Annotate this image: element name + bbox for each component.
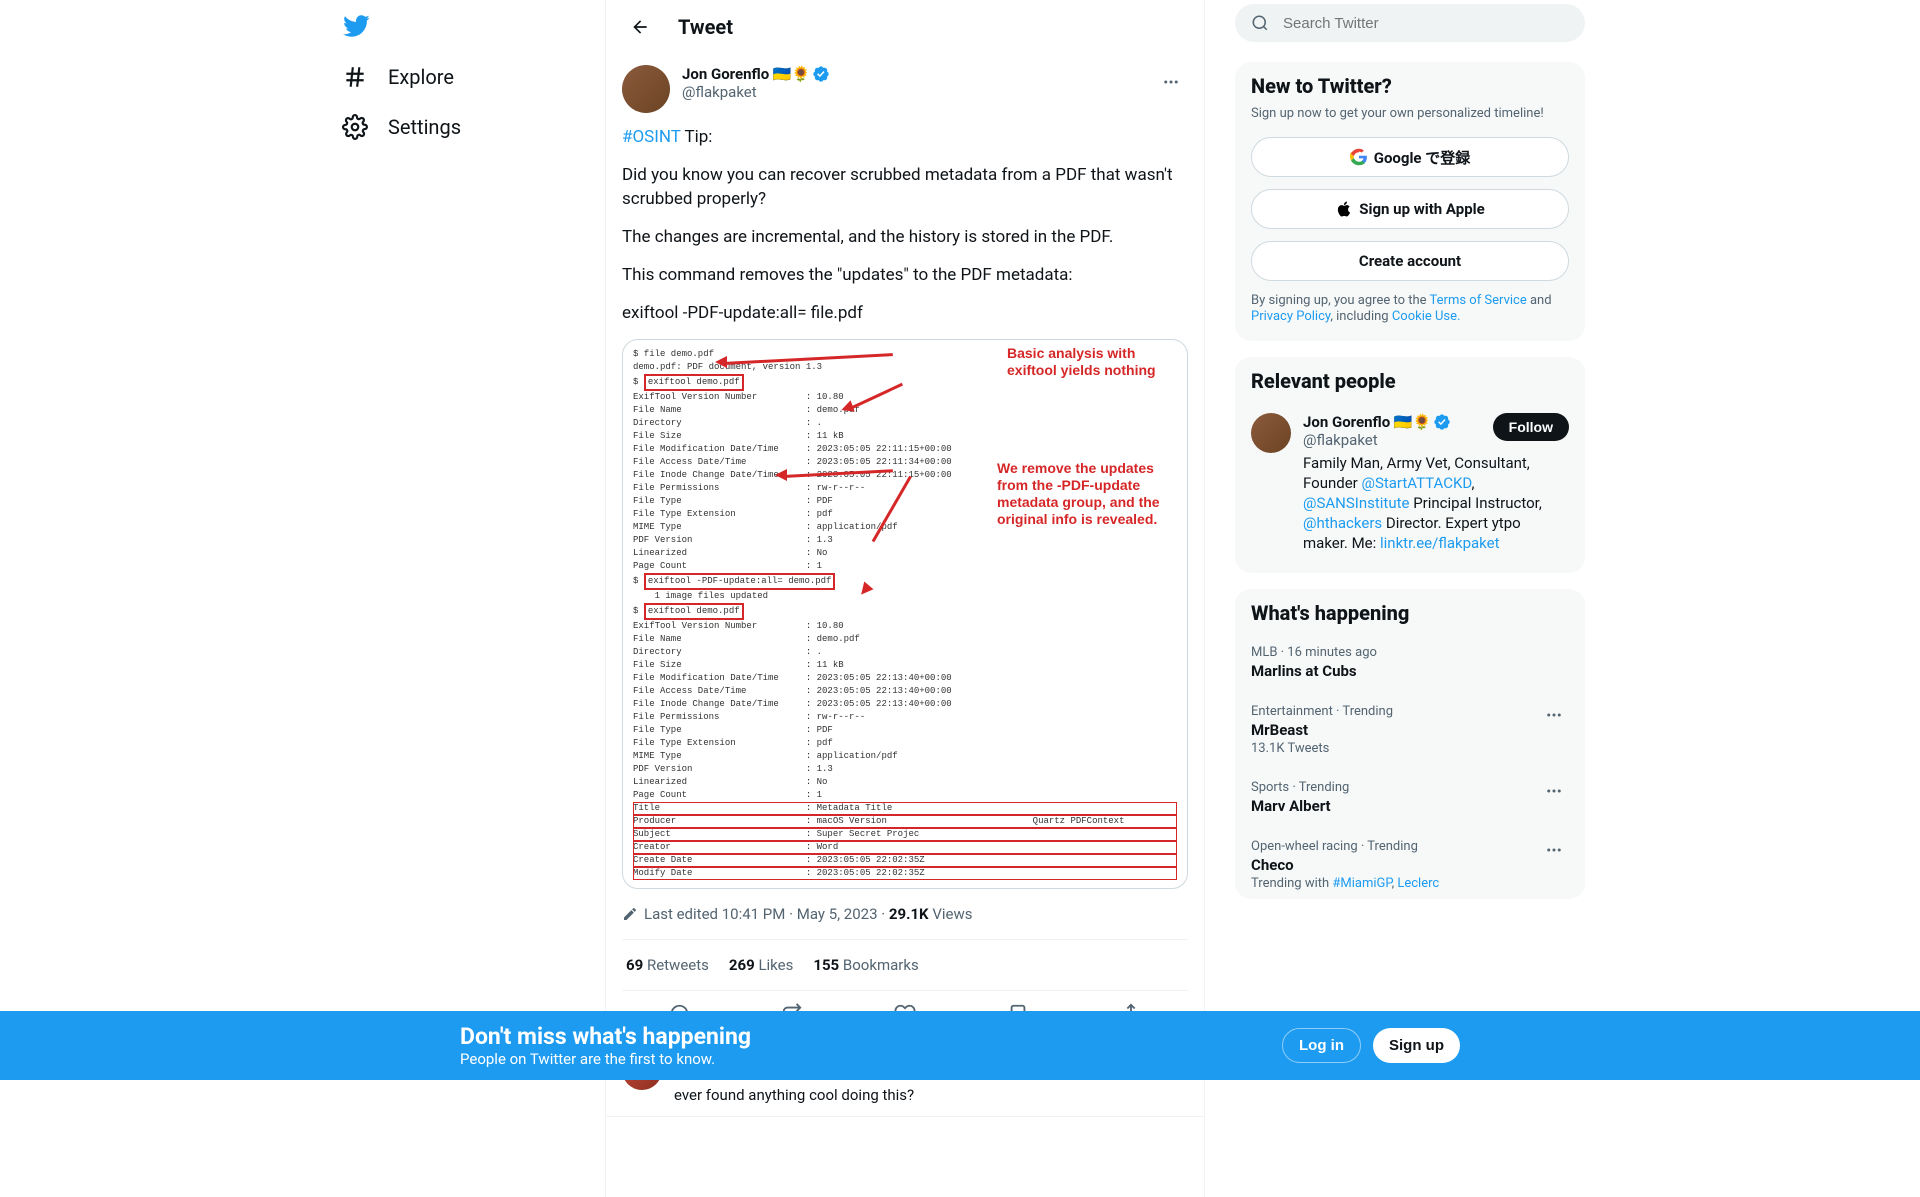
twitter-logo[interactable] bbox=[330, 8, 605, 52]
apple-signup-button[interactable]: Sign up with Apple bbox=[1251, 189, 1569, 229]
nav-settings[interactable]: Settings bbox=[330, 102, 473, 152]
author-display-name[interactable]: Jon Gorenflo 🇺🇦🌻 bbox=[682, 65, 1154, 83]
bio-link[interactable]: @hthackers bbox=[1303, 514, 1382, 532]
relevant-people-card: Relevant people Jon Gorenflo 🇺🇦🌻 @flakpa… bbox=[1235, 357, 1585, 573]
back-button[interactable] bbox=[622, 9, 658, 45]
tweet-metadata: Last edited 10:41 PM · May 5, 2023 · 29.… bbox=[622, 889, 1188, 939]
edited-label[interactable]: Last edited bbox=[644, 905, 718, 923]
tos-link[interactable]: Terms of Service bbox=[1430, 293, 1527, 308]
retweets-stat[interactable]: 69 Retweets bbox=[626, 956, 709, 974]
trend-item[interactable]: Sports · Trending Marv Albert bbox=[1251, 768, 1569, 827]
signup-title: New to Twitter? bbox=[1251, 74, 1569, 98]
trend-title: MrBeast bbox=[1251, 721, 1569, 739]
media-annotation-1: Basic analysis with exiftool yields noth… bbox=[1007, 345, 1167, 379]
author-handle[interactable]: @flakpaket bbox=[682, 83, 1154, 101]
page-title: Tweet bbox=[678, 15, 733, 39]
trend-context: Entertainment · Trending bbox=[1251, 704, 1569, 719]
cookie-link[interactable]: Cookie Use. bbox=[1392, 309, 1461, 324]
relevant-title: Relevant people bbox=[1251, 369, 1569, 393]
likes-stat[interactable]: 269 Likes bbox=[729, 956, 793, 974]
tweet: Jon Gorenflo 🇺🇦🌻 @flakpaket #OSINT Tip: … bbox=[606, 53, 1204, 1038]
relevant-avatar[interactable] bbox=[1251, 413, 1291, 453]
trend-title: Checo bbox=[1251, 856, 1569, 874]
trends-title: What's happening bbox=[1251, 601, 1569, 625]
verified-badge-icon bbox=[1433, 413, 1451, 431]
trends-card: What's happening MLB · 16 minutes ago Mar… bbox=[1235, 589, 1585, 899]
signup-button[interactable]: Sign up bbox=[1373, 1028, 1460, 1063]
tweet-more-button[interactable] bbox=[1154, 65, 1188, 99]
bio-link[interactable]: @StartATTACKD bbox=[1361, 474, 1471, 492]
trend-title: Marv Albert bbox=[1251, 797, 1569, 815]
bio-link[interactable]: linktr.ee/flakpaket bbox=[1380, 534, 1500, 552]
follow-button[interactable]: Follow bbox=[1493, 413, 1569, 441]
google-icon bbox=[1350, 148, 1368, 166]
trend-more-button[interactable] bbox=[1539, 776, 1569, 806]
hash-icon bbox=[342, 64, 368, 90]
banner-title: Don't miss what's happening bbox=[460, 1023, 1282, 1050]
trend-item[interactable]: Entertainment · TrendingMrBeast13.1K Twe… bbox=[1251, 692, 1569, 768]
author-avatar[interactable] bbox=[622, 65, 670, 113]
trend-item[interactable]: MLB · 16 minutes ago Marlins at Cubs bbox=[1251, 633, 1569, 692]
trend-tag-link[interactable]: Leclerc bbox=[1397, 876, 1439, 891]
google-signup-button[interactable]: Google で登録 bbox=[1251, 137, 1569, 177]
media-annotation-2: We remove the updates from the -PDF-upda… bbox=[997, 460, 1167, 528]
signup-subtitle: Sign up now to get your own personalized… bbox=[1251, 106, 1569, 121]
banner-subtitle: People on Twitter are the first to know. bbox=[460, 1050, 1282, 1068]
reply-text: ever found anything cool doing this? bbox=[674, 1086, 1188, 1104]
tweet-stats: 69 Retweets 269 Likes 155 Bookmarks bbox=[622, 939, 1188, 990]
search-icon bbox=[1251, 14, 1269, 32]
signup-banner: Don't miss what's happening People on Tw… bbox=[0, 1011, 1920, 1080]
hashtag-link[interactable]: #OSINT bbox=[622, 127, 681, 147]
trend-more-button[interactable] bbox=[1539, 700, 1569, 730]
trend-tag-link[interactable]: #MiamiGP bbox=[1332, 876, 1391, 891]
tweet-timestamp[interactable]: 10:41 PM · May 5, 2023 bbox=[722, 905, 878, 923]
verified-badge-icon bbox=[812, 65, 830, 83]
nav-explore[interactable]: Explore bbox=[330, 52, 466, 102]
login-button[interactable]: Log in bbox=[1282, 1028, 1361, 1063]
trend-item[interactable]: Open-wheel racing · TrendingChecoTrendin… bbox=[1251, 827, 1569, 899]
nav-settings-label: Settings bbox=[388, 115, 461, 139]
trend-context: MLB · 16 minutes ago bbox=[1251, 645, 1569, 660]
nav-explore-label: Explore bbox=[388, 65, 454, 89]
views-count: 29.1K bbox=[889, 905, 929, 923]
search-box[interactable] bbox=[1235, 4, 1585, 42]
trend-context: Open-wheel racing · Trending bbox=[1251, 839, 1569, 854]
trend-context: Sports · Trending bbox=[1251, 780, 1569, 795]
trend-more-button[interactable] bbox=[1539, 835, 1569, 865]
search-input[interactable] bbox=[1283, 15, 1569, 32]
relevant-handle[interactable]: @flakpaket bbox=[1303, 431, 1493, 449]
trend-title: Marlins at Cubs bbox=[1251, 662, 1569, 680]
relevant-bio: Family Man, Army Vet, Consultant, Founde… bbox=[1303, 453, 1569, 553]
tweet-text: #OSINT Tip: Did you know you can recover… bbox=[622, 125, 1188, 325]
views-label: Views bbox=[932, 905, 972, 923]
bio-link[interactable]: @SANSInstitute bbox=[1303, 494, 1409, 512]
gear-icon bbox=[342, 114, 368, 140]
signup-fine-print: By signing up, you agree to the Terms of… bbox=[1251, 293, 1569, 325]
tweet-media[interactable]: $ file demo.pdfdemo.pdf: PDF document, v… bbox=[622, 339, 1188, 889]
main-header: Tweet bbox=[606, 0, 1204, 53]
pencil-icon bbox=[622, 906, 638, 922]
apple-icon bbox=[1335, 200, 1353, 218]
privacy-link[interactable]: Privacy Policy bbox=[1251, 309, 1330, 324]
relevant-display-name[interactable]: Jon Gorenflo 🇺🇦🌻 bbox=[1303, 413, 1493, 431]
create-account-button[interactable]: Create account bbox=[1251, 241, 1569, 281]
signup-card: New to Twitter? Sign up now to get your … bbox=[1235, 62, 1585, 341]
relevant-person: Jon Gorenflo 🇺🇦🌻 @flakpaket Follow Famil… bbox=[1251, 401, 1569, 553]
bookmarks-stat[interactable]: 155 Bookmarks bbox=[813, 956, 918, 974]
